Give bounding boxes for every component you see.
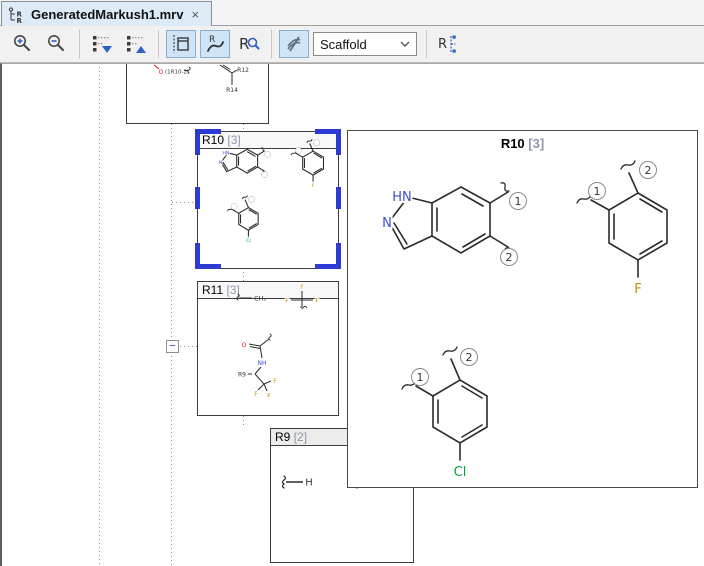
svg-text:Cl: Cl [246,238,251,244]
fluorophenyl-structure: F 2 1 [563,151,693,321]
r11-structures: CH₃ F F F O NH R9 F F [198,282,338,398]
svg-text:2: 2 [466,351,473,364]
svg-text:HN: HN [392,190,412,205]
preview-group-name: R10 [501,136,525,151]
toolbar-separator [426,30,427,58]
svg-text:R12: R12 [237,67,249,74]
tab-close-icon[interactable]: × [189,7,201,22]
svg-text:F: F [312,183,315,189]
svg-text:NH: NH [258,360,267,367]
toolbar-separator [79,30,80,58]
tree-connector [172,202,197,203]
selection-handle[interactable] [195,187,200,209]
svg-text:HN: HN [222,150,230,156]
preview-group-count: [3] [528,136,544,151]
mini-fluorophenyl-structure: F [286,136,333,197]
r-magnifier-icon: R [237,33,261,55]
svg-text:R: R [17,17,23,23]
selection-handle[interactable] [336,187,341,209]
svg-text:N: N [219,160,223,166]
mini-indazole-structure: HN N [210,140,275,194]
svg-text:R14: R14 [226,87,238,94]
tree-guide-line [99,67,100,566]
scaffold-structure: O (1R10-2) R12 R14 [127,64,268,122]
svg-text:2: 2 [645,164,652,177]
svg-text:F: F [315,298,319,305]
svg-text:F: F [267,393,271,399]
tree-connector [180,346,197,347]
r10-group-box[interactable]: R10 [3] HN N F [197,131,339,269]
selection-handle[interactable] [336,243,341,269]
double-stroke-slash-icon [283,33,305,55]
hide-rlogic-toggle[interactable] [279,30,309,58]
zoom-in-button[interactable] [8,30,38,58]
magnifier-plus-icon [12,33,34,55]
panel-frame-icon [170,33,192,55]
markush-tree-canvas: − O (1R10-2) R12 R14 R10 [3] [0,63,704,566]
r11-group-box[interactable]: R11 [3] CH₃ F F F O NH [197,281,339,416]
selection-handle[interactable] [195,129,200,155]
tab-bar: R R GeneratedMarkush1.mrv × [0,0,704,26]
preview-title: R10 [3] [348,131,697,151]
svg-text:1: 1 [417,371,424,384]
svg-text:R: R [239,35,249,53]
svg-text:F: F [634,282,641,297]
panel-view-toggle[interactable] [166,30,196,58]
svg-text:H: H [305,478,313,489]
tree-collapse-icon [125,33,147,55]
chlorophenyl-structure: Cl 2 1 [398,331,528,501]
svg-text:1: 1 [594,185,601,198]
svg-text:F: F [273,378,277,385]
svg-text:O: O [159,69,164,76]
svg-text:F: F [300,284,304,291]
r-dashed-bracket-icon: R [437,33,461,55]
svg-text:1: 1 [515,195,522,208]
expand-all-button[interactable] [87,30,117,58]
markush-tree-icon: R R [8,6,25,23]
zoom-out-button[interactable] [42,30,72,58]
toolbar: R R Scaffold R [0,26,704,63]
collapse-all-button[interactable] [121,30,151,58]
toolbar-separator [158,30,159,58]
svg-text:R9: R9 [238,372,246,379]
scaffold-box[interactable]: O (1R10-2) R12 R14 [126,64,269,124]
rgroup-view-toggle[interactable]: R [200,30,230,58]
svg-text:F: F [285,298,289,305]
rgroup-query-button[interactable]: R [234,30,264,58]
indazole-structure: HN N 1 2 [358,161,538,311]
tree-expand-icon [91,33,113,55]
svg-text:N: N [382,216,392,231]
svg-text:O: O [242,342,247,349]
collapse-toggle[interactable]: − [166,340,179,353]
tab-generated-markush[interactable]: R R GeneratedMarkush1.mrv × [1,1,212,26]
r10-preview-panel: R10 [3] HN N 1 2 [347,130,698,488]
toolbar-separator [271,30,272,58]
tab-title: GeneratedMarkush1.mrv [31,7,183,22]
svg-text:2: 2 [506,251,513,264]
svg-text:CH₃: CH₃ [254,295,266,303]
r-bond-icon: R [204,33,226,55]
svg-text:Cl: Cl [454,465,467,480]
svg-text:F: F [254,391,258,398]
mini-chlorophenyl-structure: Cl [226,190,273,251]
selection-handle[interactable] [195,243,200,269]
chevron-down-icon [400,41,410,47]
svg-text:R: R [209,35,215,45]
scaffold-select-value: Scaffold [320,37,367,52]
magnifier-minus-icon [46,33,68,55]
svg-text:R: R [438,37,447,52]
r-attachment-button[interactable]: R [434,30,464,58]
scaffold-select[interactable]: Scaffold [313,32,417,56]
selection-handle[interactable] [336,129,341,155]
